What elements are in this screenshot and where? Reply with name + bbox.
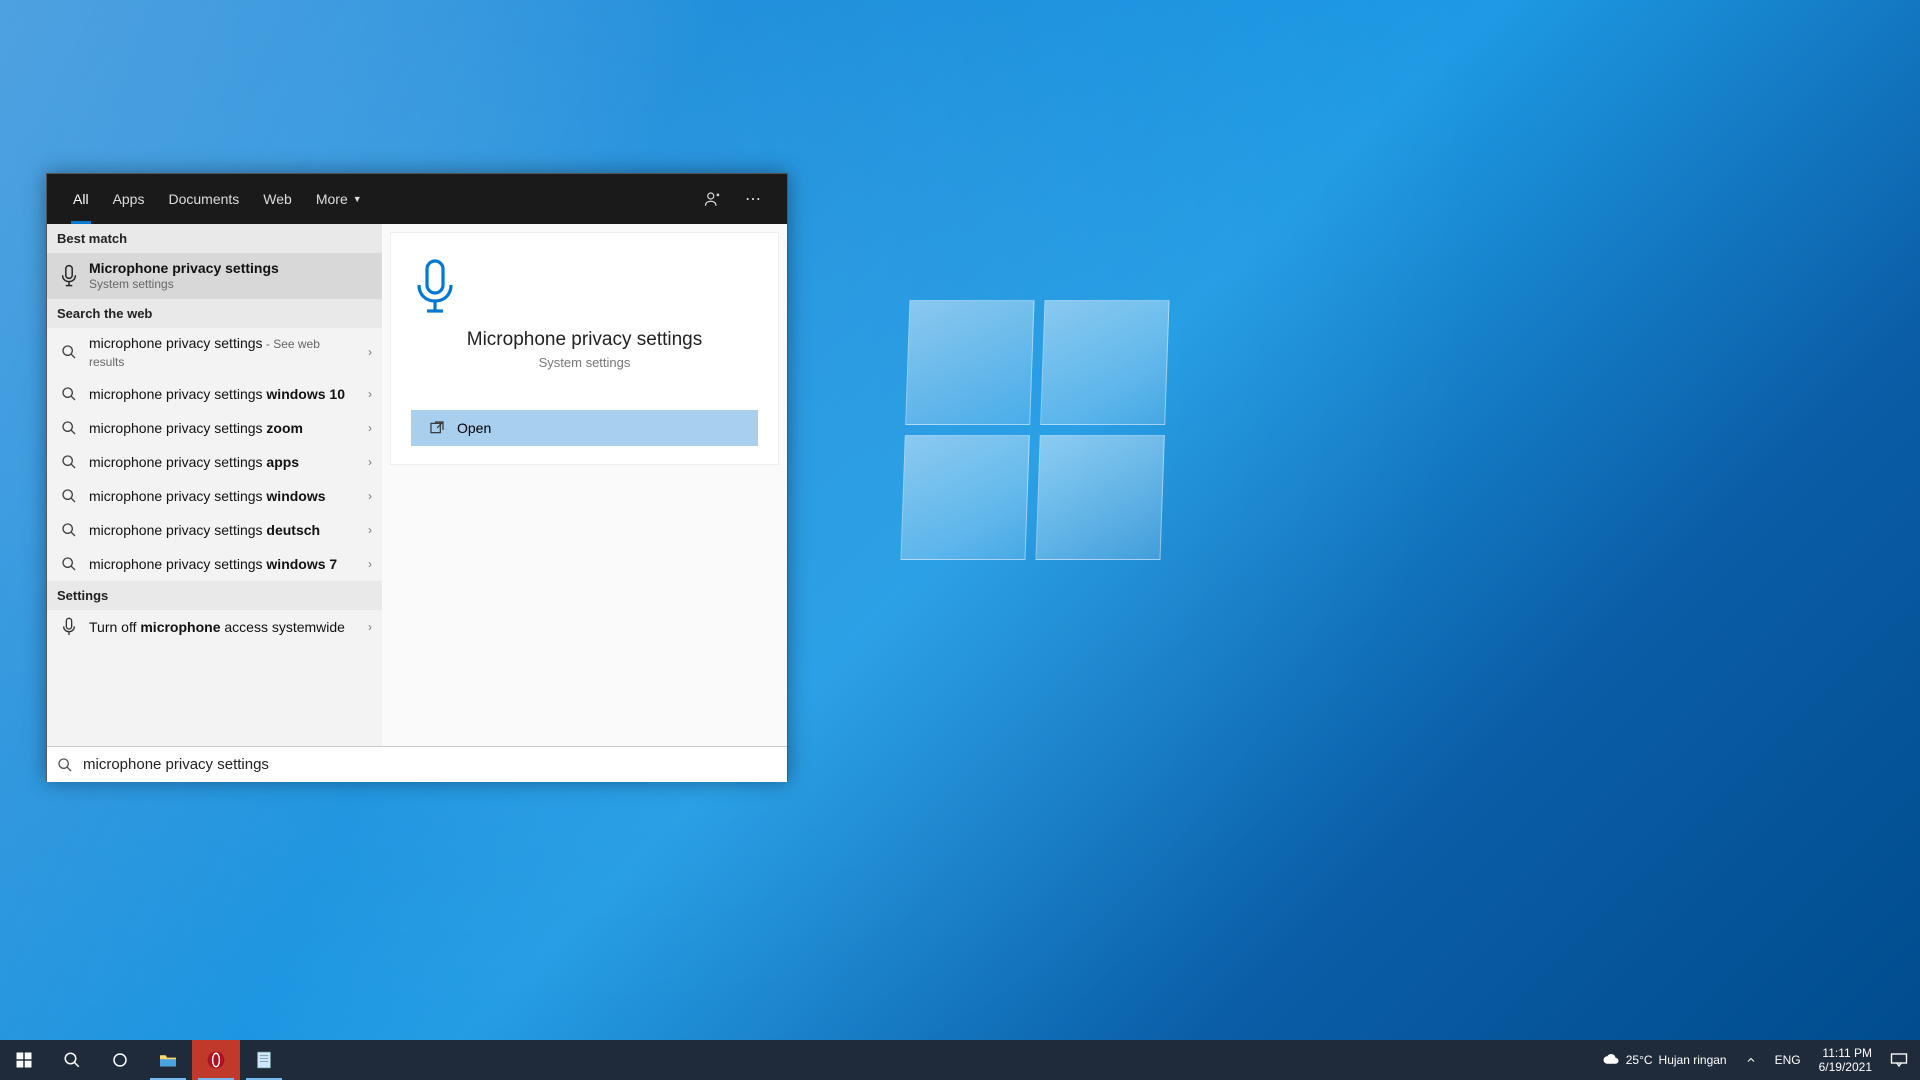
- chevron-right-icon[interactable]: ›: [368, 387, 372, 401]
- web-result-bold: windows 10: [266, 386, 345, 402]
- chevron-right-icon[interactable]: ›: [368, 421, 372, 435]
- search-icon: [57, 522, 81, 538]
- tab-web[interactable]: Web: [251, 174, 304, 224]
- search-input[interactable]: [83, 756, 777, 773]
- section-best-match: Best match: [47, 224, 382, 253]
- opera-button[interactable]: [192, 1040, 240, 1080]
- search-tabs-header: All Apps Documents Web More ▼ ⋯: [47, 174, 787, 224]
- web-result-bold: apps: [266, 454, 299, 470]
- weather-cloud-icon: [1602, 1053, 1620, 1067]
- open-action[interactable]: Open: [411, 410, 758, 446]
- feedback-icon[interactable]: [693, 174, 733, 224]
- language-indicator[interactable]: ENG: [1769, 1040, 1807, 1080]
- chevron-right-icon[interactable]: ›: [368, 620, 372, 634]
- date-label: 6/19/2021: [1819, 1060, 1872, 1074]
- result-best-match[interactable]: Microphone privacy settings System setti…: [47, 253, 382, 299]
- web-result-3[interactable]: microphone privacy settings apps ›: [47, 445, 382, 479]
- section-search-web: Search the web: [47, 299, 382, 328]
- web-result-bold: windows 7: [266, 556, 337, 572]
- web-result-text: microphone privacy settings: [89, 420, 266, 436]
- start-button[interactable]: [0, 1040, 48, 1080]
- search-icon: [57, 757, 73, 773]
- chevron-down-icon: ▼: [353, 194, 362, 204]
- web-result-bold: windows: [266, 488, 325, 504]
- cortana-button[interactable]: [96, 1040, 144, 1080]
- weather-desc: Hujan ringan: [1659, 1053, 1727, 1067]
- microphone-icon: [57, 617, 81, 637]
- tab-more-label: More: [316, 191, 348, 207]
- settings-result-text: Turn off: [89, 619, 140, 635]
- clock[interactable]: 11:11 PM 6/19/2021: [1813, 1040, 1878, 1080]
- taskbar-search-button[interactable]: [48, 1040, 96, 1080]
- web-result-1[interactable]: microphone privacy settings windows 10 ›: [47, 377, 382, 411]
- desktop-wallpaper[interactable]: All Apps Documents Web More ▼ ⋯ Best mat…: [0, 0, 1920, 1080]
- microphone-icon: [57, 264, 81, 288]
- search-icon: [57, 420, 81, 436]
- tab-all[interactable]: All: [61, 174, 101, 224]
- search-icon: [57, 344, 81, 360]
- web-result-6[interactable]: microphone privacy settings windows 7 ›: [47, 547, 382, 581]
- open-label: Open: [457, 420, 491, 436]
- search-input-bar: [47, 746, 787, 782]
- start-search-panel: All Apps Documents Web More ▼ ⋯ Best mat…: [46, 173, 788, 781]
- weather-temp: 25°C: [1626, 1053, 1653, 1067]
- web-result-5[interactable]: microphone privacy settings deutsch ›: [47, 513, 382, 547]
- tab-apps[interactable]: Apps: [101, 174, 157, 224]
- tab-more[interactable]: More ▼: [304, 174, 374, 224]
- open-icon: [427, 420, 447, 436]
- tab-documents[interactable]: Documents: [156, 174, 251, 224]
- web-result-text: microphone privacy settings: [89, 488, 266, 504]
- web-result-text: microphone privacy settings: [89, 454, 266, 470]
- time-label: 11:11 PM: [1819, 1046, 1872, 1060]
- search-icon: [57, 454, 81, 470]
- web-result-4[interactable]: microphone privacy settings windows ›: [47, 479, 382, 513]
- windows-logo-wallpaper: [900, 300, 1169, 560]
- search-icon: [57, 386, 81, 402]
- system-tray: 25°C Hujan ringan ENG 11:11 PM 6/19/2021: [1590, 1040, 1920, 1080]
- web-result-0[interactable]: microphone privacy settings - See web re…: [47, 328, 382, 377]
- search-icon: [57, 556, 81, 572]
- web-result-2[interactable]: microphone privacy settings zoom ›: [47, 411, 382, 445]
- web-result-bold: deutsch: [266, 522, 320, 538]
- section-settings: Settings: [47, 581, 382, 610]
- search-icon: [57, 488, 81, 504]
- more-options-icon[interactable]: ⋯: [733, 174, 773, 224]
- search-preview-column: Microphone privacy settings System setti…: [382, 224, 787, 746]
- settings-result-suffix: access systemwide: [220, 619, 344, 635]
- tray-chevron-up[interactable]: [1739, 1040, 1763, 1080]
- file-explorer-button[interactable]: [144, 1040, 192, 1080]
- settings-result-bold: microphone: [140, 619, 220, 635]
- weather-widget[interactable]: 25°C Hujan ringan: [1596, 1040, 1733, 1080]
- microphone-icon: [411, 257, 758, 317]
- result-title: Microphone privacy settings: [89, 259, 350, 277]
- chevron-right-icon[interactable]: ›: [368, 557, 372, 571]
- search-results-column: Best match Microphone privacy settings S…: [47, 224, 382, 746]
- taskbar: 25°C Hujan ringan ENG 11:11 PM 6/19/2021: [0, 1040, 1920, 1080]
- action-center-button[interactable]: [1884, 1040, 1914, 1080]
- preview-title: Microphone privacy settings: [411, 329, 758, 351]
- settings-result-0[interactable]: Turn off microphone access systemwide ›: [47, 610, 382, 644]
- web-result-text: microphone privacy settings: [89, 335, 263, 351]
- chevron-right-icon[interactable]: ›: [368, 489, 372, 503]
- web-result-text: microphone privacy settings: [89, 522, 266, 538]
- chevron-right-icon[interactable]: ›: [368, 455, 372, 469]
- web-result-text: microphone privacy settings: [89, 386, 266, 402]
- preview-subtitle: System settings: [411, 355, 758, 370]
- notepad-button[interactable]: [240, 1040, 288, 1080]
- chevron-right-icon[interactable]: ›: [368, 345, 372, 359]
- web-result-text: microphone privacy settings: [89, 556, 266, 572]
- web-result-bold: zoom: [266, 420, 303, 436]
- preview-card: Microphone privacy settings System setti…: [390, 232, 779, 465]
- result-subtitle: System settings: [89, 277, 350, 293]
- chevron-right-icon[interactable]: ›: [368, 523, 372, 537]
